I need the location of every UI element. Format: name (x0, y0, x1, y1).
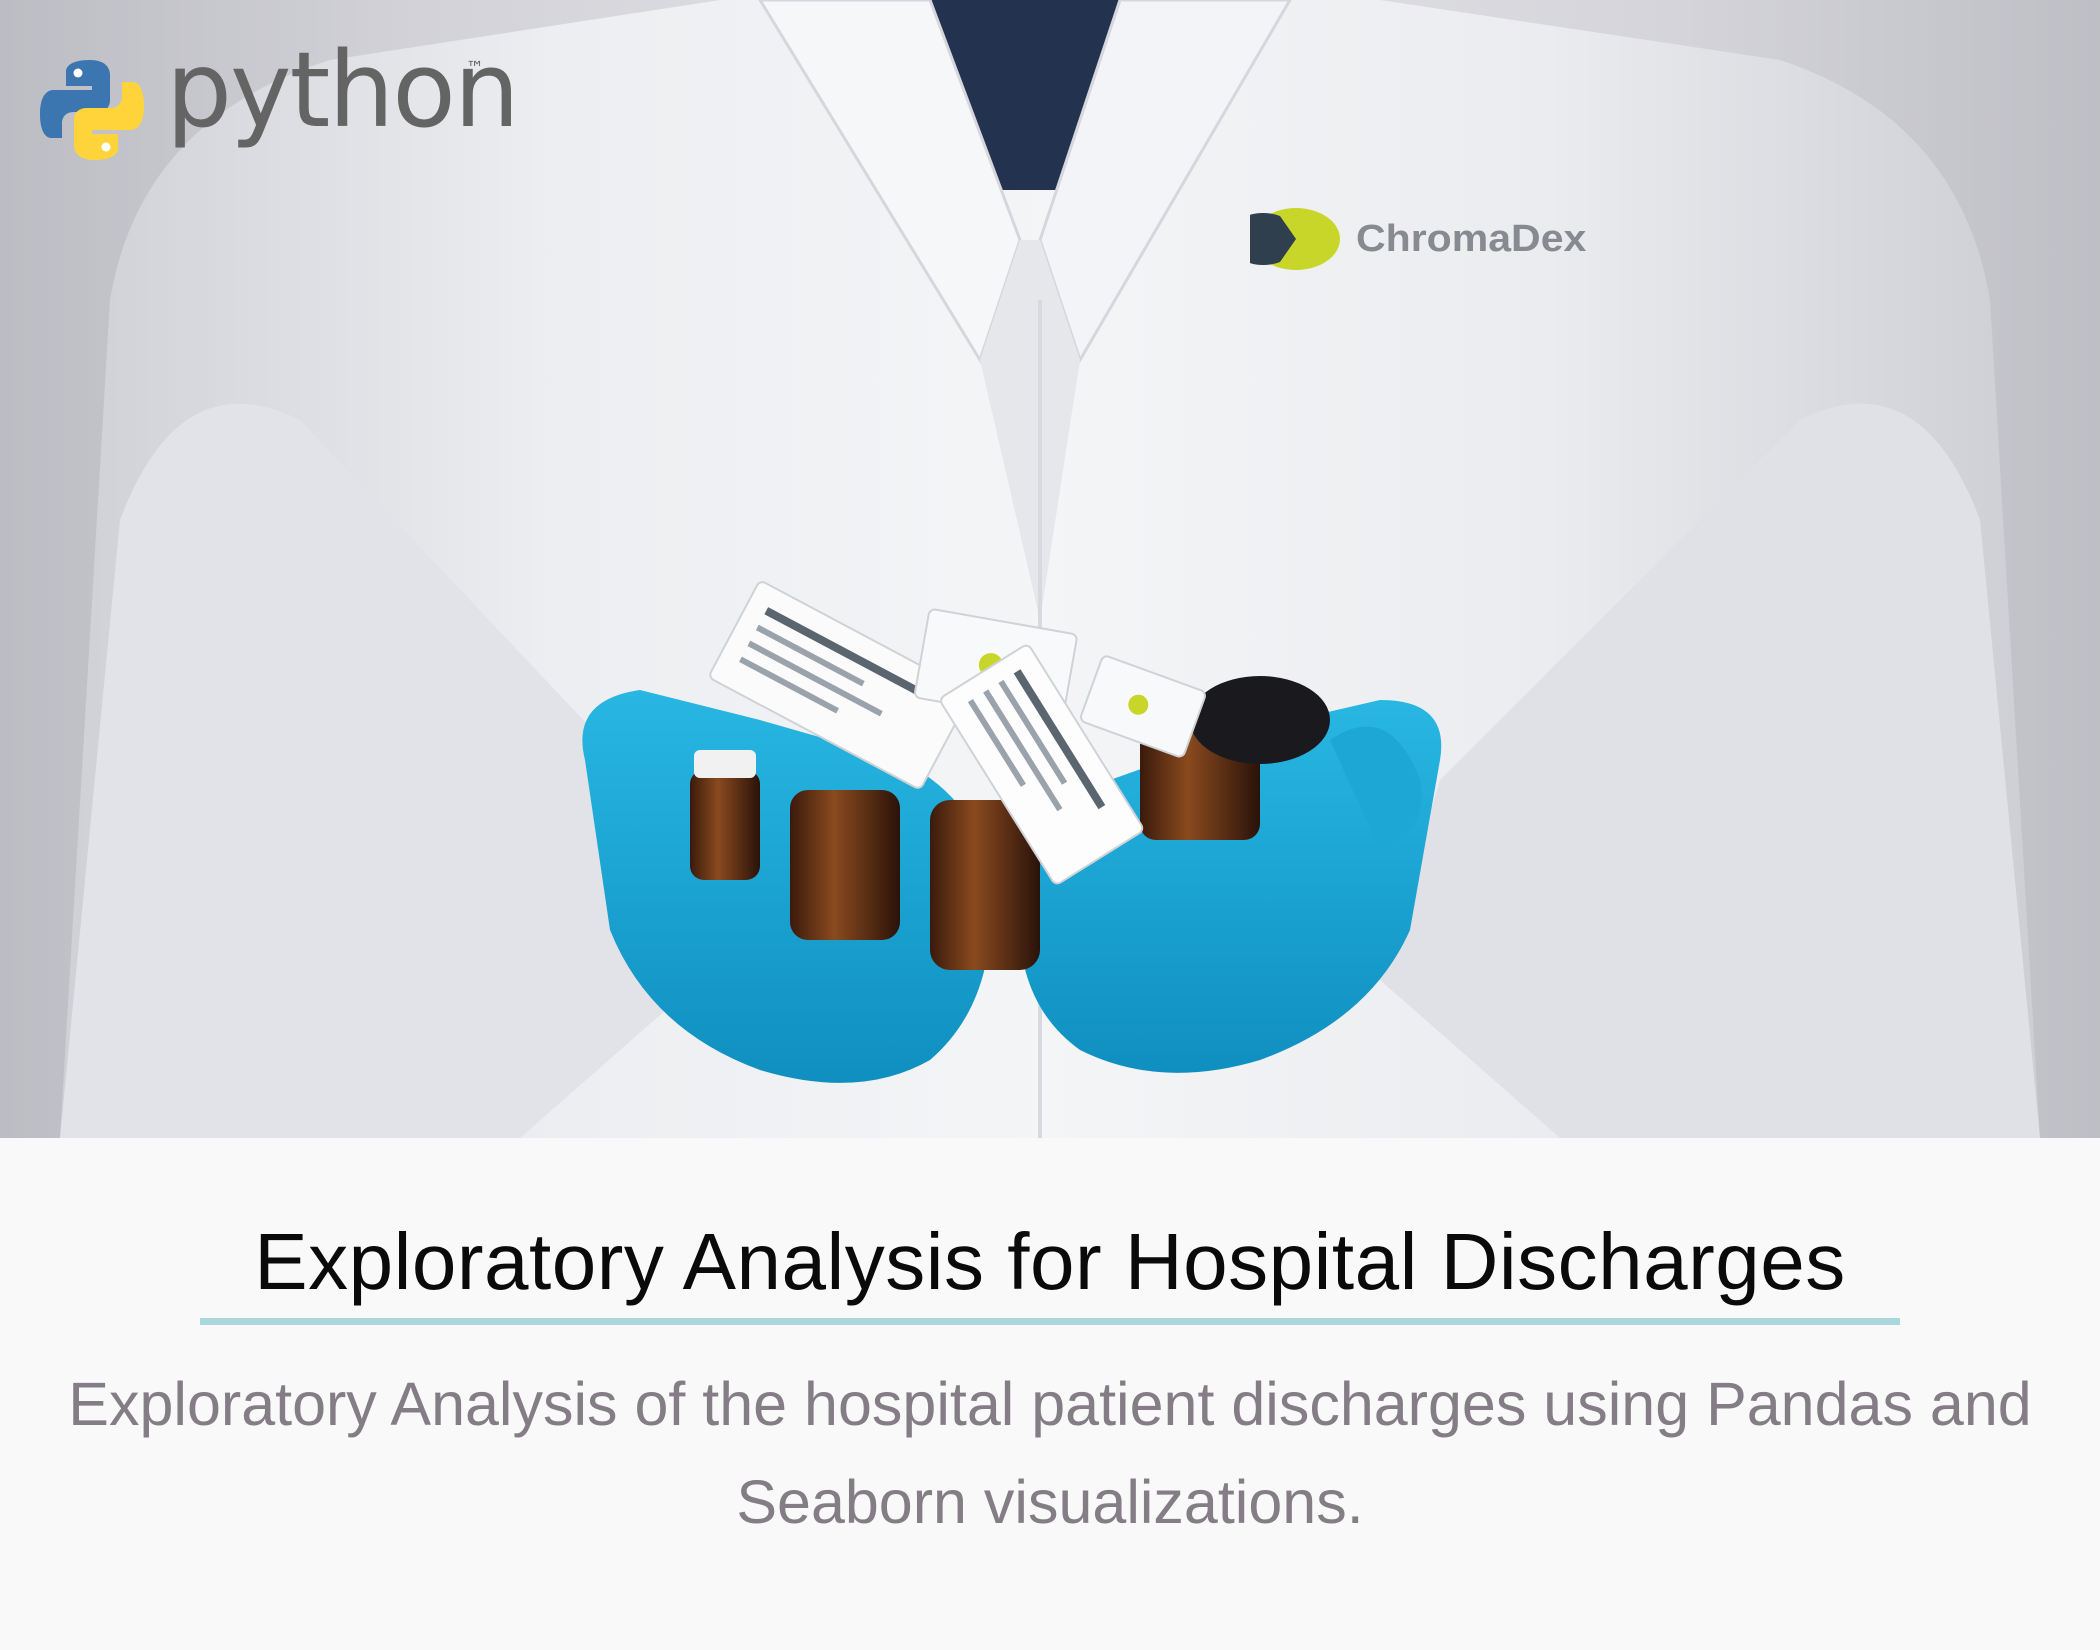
page-subtitle: Exploratory Analysis of the hospital pat… (68, 1370, 2032, 1536)
hero-photo: python ™ ChromaDex (0, 0, 2100, 1138)
python-logo: python ™ (38, 38, 520, 172)
page-title: Exploratory Analysis for Hospital Discha… (254, 1217, 1846, 1306)
chromadex-mark-icon (1250, 208, 1340, 270)
python-wordmark: python (166, 29, 520, 151)
brand-logo: ChromaDex (1250, 204, 1650, 274)
cover-card: python ™ ChromaDex Exploratory Analysis … (0, 0, 2100, 1650)
brand-wordmark: ChromaDex (1356, 218, 1587, 260)
python-snake-icon (40, 60, 144, 160)
title-underline (200, 1318, 1900, 1325)
trademark-symbol: ™ (466, 58, 484, 79)
